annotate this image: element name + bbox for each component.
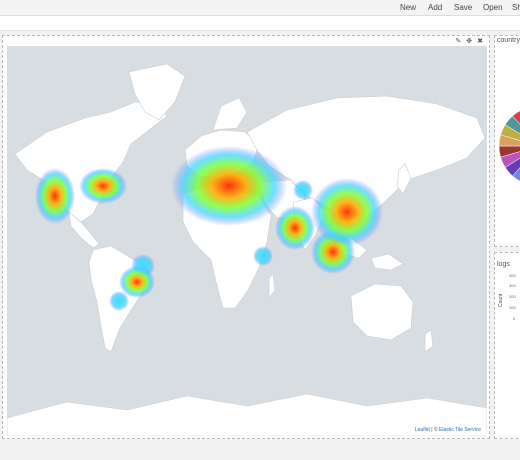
move-icon[interactable]: ✥ bbox=[466, 38, 472, 46]
heat-spot-india bbox=[275, 206, 315, 250]
new-button[interactable]: New bbox=[400, 2, 416, 13]
save-button[interactable]: Save bbox=[454, 2, 472, 13]
y-tick-400: 400 bbox=[509, 273, 516, 278]
heat-spot-south-america-south bbox=[109, 291, 129, 311]
map-panel: ✎ ✥ ✖ Leaflet | © Elastic Tile Service bbox=[2, 35, 490, 439]
map-attribution: Leaflet | © Elastic Tile Service bbox=[412, 427, 483, 434]
pie-slices bbox=[498, 110, 520, 182]
world-map bbox=[7, 63, 487, 436]
heat-spot-north-america-west bbox=[35, 168, 75, 224]
heat-spot-middle-east bbox=[293, 180, 313, 200]
heat-spot-europe bbox=[171, 146, 287, 226]
close-icon[interactable]: ✖ bbox=[477, 38, 483, 46]
elastic-tile-service-link[interactable]: Elastic Tile Service bbox=[439, 427, 481, 433]
heat-spot-madagascar bbox=[253, 246, 273, 266]
y-tick-200: 200 bbox=[509, 294, 516, 299]
panel-tools: ✎ ✥ ✖ bbox=[455, 38, 483, 46]
leaflet-link[interactable]: Leaflet bbox=[415, 427, 430, 433]
logs-panel-title: logs bbox=[497, 261, 510, 268]
heat-spot-china bbox=[311, 178, 383, 246]
open-button[interactable]: Open bbox=[483, 2, 503, 13]
add-button[interactable]: Add bbox=[428, 2, 442, 13]
y-tick-300: 300 bbox=[509, 283, 516, 288]
logs-chart-panel: logs 400 300 200 100 0 Count bbox=[494, 252, 520, 439]
country-pie-panel: country bbox=[494, 35, 520, 247]
query-bar bbox=[0, 16, 520, 31]
y-axis-label: Count bbox=[498, 293, 504, 307]
country-pie-chart[interactable] bbox=[495, 36, 520, 247]
y-tick-0: 0 bbox=[513, 316, 516, 321]
heat-spot-north-america-east bbox=[79, 168, 127, 204]
top-toolbar: New Add Save Open Sh bbox=[0, 0, 520, 16]
share-button[interactable]: Sh bbox=[512, 2, 520, 13]
land-masses bbox=[7, 63, 487, 436]
attribution-separator: | © bbox=[429, 427, 440, 433]
y-tick-100: 100 bbox=[509, 305, 516, 310]
heatmap-map[interactable]: Leaflet | © Elastic Tile Service bbox=[7, 46, 487, 436]
edit-icon[interactable]: ✎ bbox=[455, 38, 461, 46]
